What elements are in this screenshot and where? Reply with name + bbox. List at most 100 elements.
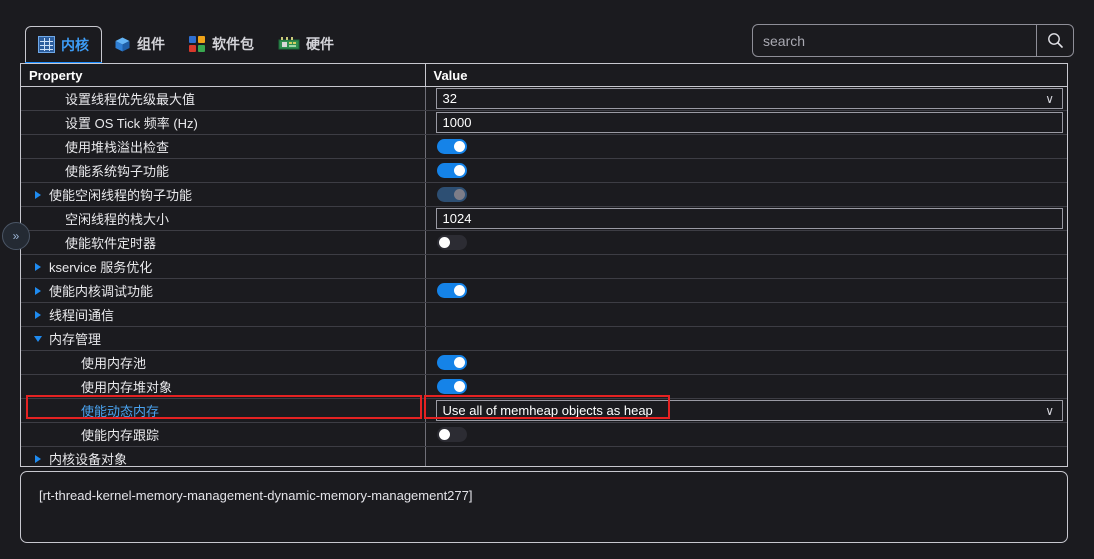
value-dropdown[interactable]: Use all of memheap objects as heap ∨ <box>435 400 1063 421</box>
table-row[interactable]: 内核设备对象 <box>21 446 1067 467</box>
property-cell[interactable]: 内核设备对象 <box>21 446 426 467</box>
search-box[interactable] <box>752 24 1074 57</box>
value-cell[interactable] <box>425 278 1067 303</box>
property-label: 使能软件定时器 <box>65 236 157 251</box>
expand-arrow-collapsed[interactable] <box>31 262 45 271</box>
tab-component[interactable]: 组件 <box>102 26 177 62</box>
grid-icon <box>38 36 55 53</box>
chevron-down-icon: ∨ <box>1045 91 1054 106</box>
tab-kernel[interactable]: 内核 <box>25 26 102 65</box>
sidebar-expand-handle[interactable]: » <box>2 222 30 250</box>
table-row[interactable]: 内存管理 <box>21 326 1067 351</box>
value-cell[interactable] <box>425 374 1067 399</box>
table-row[interactable]: 使能空闲线程的钩子功能 <box>21 182 1067 207</box>
value-input[interactable] <box>435 112 1063 133</box>
property-cell[interactable]: 设置线程优先级最大值 <box>21 86 426 111</box>
value-cell[interactable] <box>425 350 1067 375</box>
property-cell[interactable]: 使用堆栈溢出检查 <box>21 134 426 159</box>
property-cell[interactable]: 内存管理 <box>21 326 426 351</box>
tab-label: 内核 <box>61 36 89 53</box>
toggle-switch[interactable] <box>436 163 467 178</box>
property-cell[interactable]: kservice 服务优化 <box>21 254 426 279</box>
table-row[interactable]: 使用堆栈溢出检查 <box>21 134 1067 159</box>
value-cell[interactable] <box>425 134 1067 159</box>
tab-list: 内核 组件 软件包 硬件 <box>25 21 346 65</box>
column-header-value: Value <box>425 64 1067 87</box>
search-icon <box>1047 33 1063 48</box>
toggle-switch[interactable] <box>436 283 467 298</box>
property-label: 设置线程优先级最大值 <box>65 92 196 107</box>
cube-icon <box>114 36 131 53</box>
vertical-scrollbar-track[interactable] <box>1064 64 1067 466</box>
toggle-switch[interactable] <box>436 355 467 370</box>
value-cell[interactable] <box>425 158 1067 183</box>
toggle-switch[interactable] <box>436 427 467 442</box>
property-grid: Property Value 设置线程优先级最大值 32 ∨ 设置 OS Tick 频… <box>21 64 1067 467</box>
property-cell[interactable]: 使能空闲线程的钩子功能 <box>21 182 426 207</box>
toggle-switch[interactable] <box>436 235 467 250</box>
property-label: 线程间通信 <box>49 308 115 323</box>
description-panel: [rt-thread-kernel-memory-management-dyna… <box>20 471 1068 543</box>
expand-arrow-collapsed[interactable] <box>31 454 45 463</box>
value-cell[interactable] <box>425 230 1067 255</box>
tab-label: 组件 <box>137 36 165 52</box>
property-label: 使能系统钩子功能 <box>65 164 170 179</box>
expand-arrow-expanded[interactable] <box>31 335 45 342</box>
packages-icon <box>189 35 206 53</box>
expand-arrow-collapsed[interactable] <box>31 286 45 295</box>
table-row[interactable]: 使能动态内存 Use all of memheap objects as heap… <box>21 398 1067 423</box>
value-cell[interactable] <box>425 254 1067 279</box>
value-cell[interactable] <box>425 422 1067 447</box>
value-dropdown[interactable]: 32 ∨ <box>435 88 1063 109</box>
expand-arrow-collapsed[interactable] <box>31 190 45 199</box>
value-input[interactable] <box>435 208 1063 229</box>
property-label: 使能内核调试功能 <box>49 284 154 299</box>
value-cell[interactable] <box>425 110 1067 135</box>
value-cell[interactable] <box>425 182 1067 207</box>
search-button[interactable] <box>1036 25 1073 56</box>
table-row[interactable]: 使能软件定时器 <box>21 230 1067 255</box>
value-cell[interactable] <box>425 446 1067 466</box>
property-cell[interactable]: 空闲线程的栈大小 <box>21 206 426 231</box>
chip-icon <box>278 37 300 51</box>
property-label: 使用堆栈溢出检查 <box>65 140 170 155</box>
property-cell[interactable]: 使用内存堆对象 <box>21 374 426 399</box>
table-row[interactable]: 线程间通信 <box>21 302 1067 327</box>
property-cell[interactable]: 设置 OS Tick 频率 (Hz) <box>21 110 426 135</box>
table-row[interactable]: kservice 服务优化 <box>21 254 1067 279</box>
column-header-property: Property <box>21 64 426 87</box>
tab-hardware[interactable]: 硬件 <box>266 26 346 62</box>
table-row[interactable]: 使能内核调试功能 <box>21 278 1067 303</box>
toggle-switch[interactable] <box>436 187 467 202</box>
tab-package[interactable]: 软件包 <box>177 26 266 62</box>
property-cell[interactable]: 使用内存池 <box>21 350 426 375</box>
expand-arrow-collapsed[interactable] <box>31 310 45 319</box>
value-cell[interactable] <box>425 302 1067 327</box>
toggle-switch[interactable] <box>436 379 467 394</box>
value-cell[interactable]: Use all of memheap objects as heap ∨ <box>425 398 1067 423</box>
value-cell[interactable]: 32 ∨ <box>425 86 1067 111</box>
value-cell[interactable] <box>425 326 1067 351</box>
table-row[interactable]: 使用内存堆对象 <box>21 374 1067 399</box>
search-input[interactable] <box>753 25 1036 56</box>
toggle-switch[interactable] <box>436 139 467 154</box>
property-label: 内核设备对象 <box>49 452 128 467</box>
property-cell[interactable]: 使能动态内存 <box>21 398 426 423</box>
property-label: 使用内存堆对象 <box>81 380 173 395</box>
table-row[interactable]: 空闲线程的栈大小 <box>21 206 1067 231</box>
tab-label: 硬件 <box>306 36 334 52</box>
property-cell[interactable]: 使能软件定时器 <box>21 230 426 255</box>
table-row[interactable]: 设置线程优先级最大值 32 ∨ <box>21 86 1067 111</box>
property-cell[interactable]: 线程间通信 <box>21 302 426 327</box>
property-cell[interactable]: 使能内核调试功能 <box>21 278 426 303</box>
table-row[interactable]: 使用内存池 <box>21 350 1067 375</box>
chevron-double-right-icon: » <box>12 229 20 243</box>
table-row[interactable]: 使能系统钩子功能 <box>21 158 1067 183</box>
table-row[interactable]: 设置 OS Tick 频率 (Hz) <box>21 110 1067 135</box>
value-cell[interactable] <box>425 206 1067 231</box>
property-cell[interactable]: 使能内存跟踪 <box>21 422 426 447</box>
table-header-row: Property Value <box>21 64 1067 87</box>
property-cell[interactable]: 使能系统钩子功能 <box>21 158 426 183</box>
table-row[interactable]: 使能内存跟踪 <box>21 422 1067 447</box>
config-window: 内核组件软件包硬件 Property Value 设置线程优先级最大值32∨设置… <box>0 0 1094 559</box>
